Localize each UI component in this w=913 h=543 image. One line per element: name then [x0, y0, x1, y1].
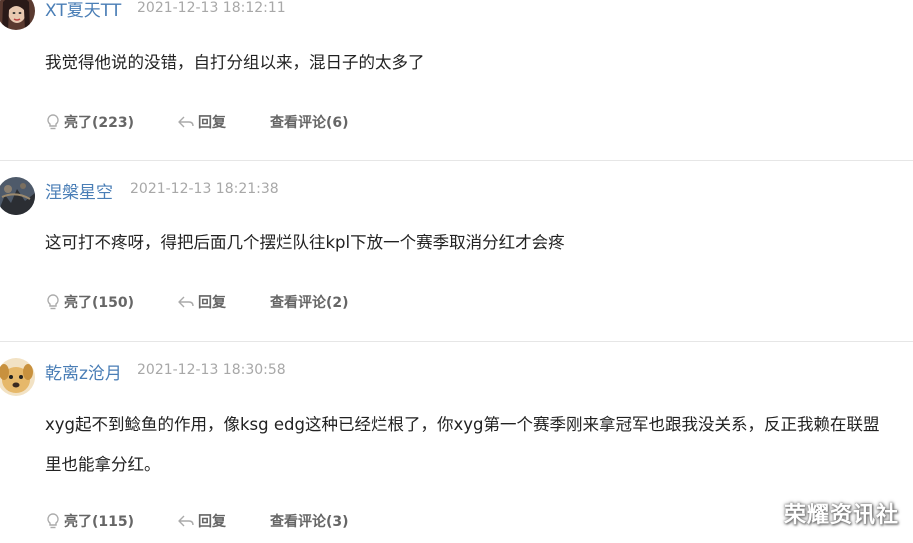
view-replies-button[interactable]: 查看评论(3) — [270, 511, 349, 531]
username[interactable]: 涅槃星空 — [45, 178, 113, 203]
view-replies-label: 查看评论(6) — [270, 115, 349, 131]
like-button[interactable]: 亮了(223) — [45, 112, 134, 132]
reply-arrow-icon — [178, 515, 194, 527]
lightbulb-icon — [47, 294, 59, 310]
view-replies-button[interactable]: 查看评论(2) — [270, 292, 349, 312]
comment-item: 涅槃星空 2021-12-13 18:21:38 这可打不疼呀，得把后面几个摆烂… — [0, 161, 913, 341]
comment-text: xyg起不到鲶鱼的作用，像ksg edg这种已经烂根了，你xyg第一个赛季刚来拿… — [45, 415, 880, 474]
like-button[interactable]: 亮了(150) — [45, 292, 134, 312]
watermark: 荣耀资讯社 — [783, 503, 899, 528]
reply-button[interactable]: 回复 — [177, 511, 226, 531]
comment-item: XT夏天TT 2021-12-13 18:12:11 我觉得他说的没错，自打分组… — [0, 0, 913, 160]
avatar[interactable] — [0, 0, 35, 30]
username[interactable]: 乾离z沧月 — [45, 359, 122, 384]
reply-arrow-icon — [178, 116, 194, 128]
comment-text: 我觉得他说的没错，自打分组以来，混日子的太多了 — [45, 53, 425, 72]
timestamp: 2021-12-13 18:30:58 — [137, 362, 286, 378]
lightbulb-icon — [47, 114, 59, 130]
reply-button[interactable]: 回复 — [177, 112, 226, 132]
reply-arrow-icon — [178, 296, 194, 308]
reply-label: 回复 — [198, 115, 226, 131]
reply-button[interactable]: 回复 — [177, 292, 226, 312]
like-button[interactable]: 亮了(115) — [45, 511, 134, 531]
like-label: 亮了(223) — [64, 115, 135, 131]
like-label: 亮了(150) — [64, 295, 135, 311]
avatar[interactable] — [0, 177, 35, 215]
comment-text: 这可打不疼呀，得把后面几个摆烂队往kpl下放一个赛季取消分红才会疼 — [45, 233, 565, 252]
reply-label: 回复 — [198, 295, 226, 311]
username[interactable]: XT夏天TT — [45, 0, 121, 21]
timestamp: 2021-12-13 18:21:38 — [130, 181, 279, 197]
like-label: 亮了(115) — [64, 514, 135, 530]
view-replies-label: 查看评论(3) — [270, 514, 349, 530]
comment-item: 乾离z沧月 2021-12-13 18:30:58 xyg起不到鲶鱼的作用，像k… — [0, 342, 913, 543]
view-replies-button[interactable]: 查看评论(6) — [270, 112, 349, 132]
lightbulb-icon — [47, 513, 59, 529]
view-replies-label: 查看评论(2) — [270, 295, 349, 311]
reply-label: 回复 — [198, 514, 226, 530]
avatar[interactable] — [0, 358, 35, 396]
timestamp: 2021-12-13 18:12:11 — [137, 0, 286, 16]
